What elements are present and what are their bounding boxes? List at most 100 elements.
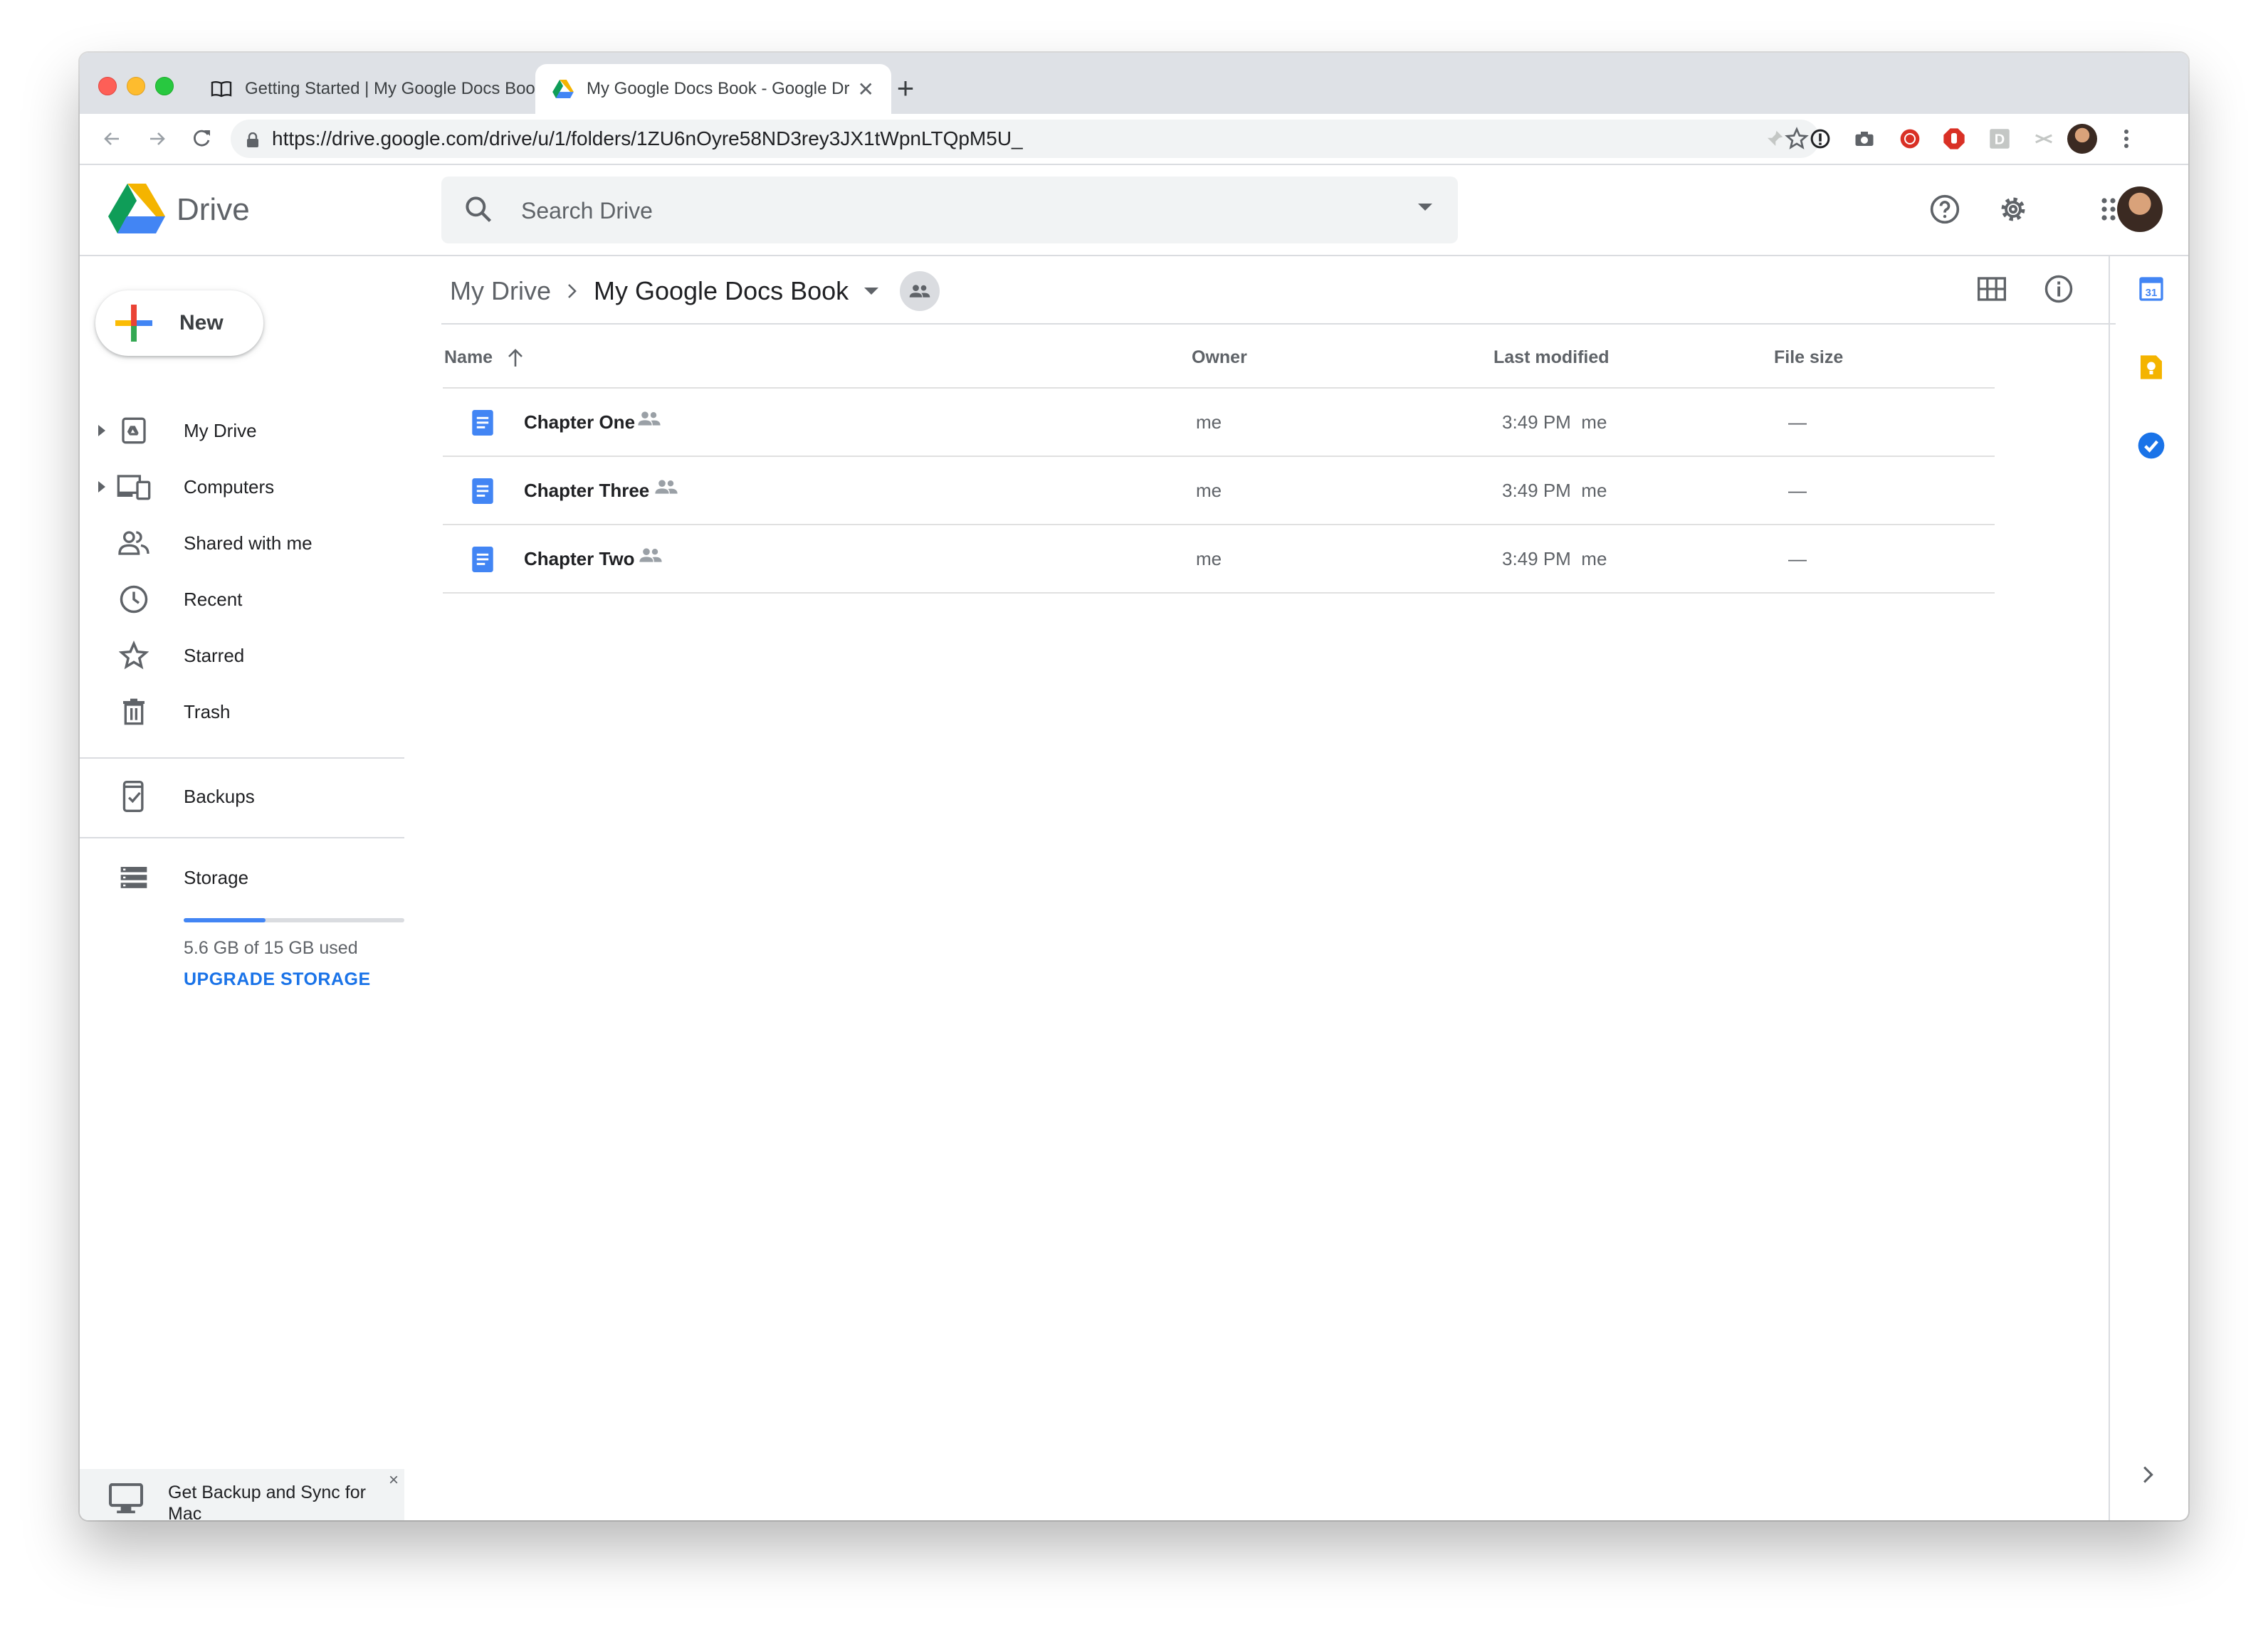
svg-text:31: 31 <box>2146 287 2158 299</box>
tab-drive-folder[interactable]: My Google Docs Book - Google Drive ✕ <box>535 64 891 114</box>
settings-button[interactable] <box>1992 188 2035 231</box>
help-button[interactable] <box>1923 188 1966 231</box>
details-button[interactable] <box>2037 268 2080 310</box>
calendar-icon[interactable]: 31 <box>2137 275 2165 303</box>
info-extension-icon[interactable] <box>1805 124 1835 154</box>
sidebar-item-my-drive[interactable]: My Drive <box>80 406 413 456</box>
backups-icon <box>115 778 152 815</box>
sidebar-item-recent[interactable]: Recent <box>80 574 413 624</box>
new-button[interactable]: New <box>95 290 263 356</box>
address-bar[interactable]: https://drive.google.com/drive/u/1/folde… <box>231 120 1820 158</box>
drive-logo-icon[interactable] <box>108 184 165 233</box>
sort-ascending-icon[interactable] <box>507 348 524 368</box>
sidebar: New My Drive Computers Shared with me Re… <box>80 255 413 1520</box>
app-name[interactable]: Drive <box>177 192 250 228</box>
table-row[interactable]: Chapter One me 3:49 PM me — <box>443 387 1995 456</box>
pin-extension-icon[interactable] <box>1760 124 1790 154</box>
close-icon[interactable]: × <box>389 1470 399 1490</box>
minimize-window-button[interactable] <box>127 77 145 95</box>
account-avatar[interactable] <box>2117 186 2163 232</box>
browser-window: Getting Started | My Google Docs Book ✕ … <box>80 53 2188 1520</box>
book-icon <box>211 78 232 100</box>
sidebar-item-label: Trash <box>184 700 231 722</box>
arrow-left-icon <box>104 132 119 145</box>
d-extension-icon[interactable]: D <box>1985 124 2015 154</box>
info-icon <box>2044 275 2073 303</box>
expand-caret-icon[interactable] <box>98 481 105 493</box>
back-button[interactable] <box>95 122 128 155</box>
sidebar-item-shared-with-me[interactable]: Shared with me <box>80 518 413 568</box>
google-doc-icon <box>471 410 494 439</box>
sidebar-item-storage[interactable]: Storage <box>80 853 413 902</box>
forward-button[interactable] <box>141 122 174 155</box>
gear-icon <box>2001 197 2025 221</box>
computers-icon <box>115 468 152 505</box>
shared-file-icon <box>655 478 678 499</box>
breadcrumb-current-folder[interactable]: My Google Docs Book <box>594 276 849 306</box>
sidebar-item-trash[interactable]: Trash <box>80 687 413 737</box>
table-row[interactable]: Chapter Three me 3:49 PM me — <box>443 456 1995 524</box>
folder-menu-dropdown-icon[interactable] <box>864 288 879 295</box>
header-divider <box>441 323 2116 325</box>
side-panel-rail: 31 <box>2109 255 2188 1520</box>
search-options-dropdown-icon[interactable] <box>1418 204 1432 211</box>
zoom-window-button[interactable] <box>155 77 174 95</box>
sidebar-item-backups[interactable]: Backups <box>80 772 413 821</box>
browser-profile-avatar[interactable] <box>2067 124 2097 154</box>
file-owner: me <box>1196 480 1222 501</box>
file-name: Chapter One <box>524 411 636 433</box>
storage-used-text: 5.6 GB of 15 GB used <box>184 938 358 958</box>
modified-time: 3:49 PM <box>1502 480 1571 501</box>
shared-icon <box>115 525 152 562</box>
shared-file-icon <box>639 547 662 567</box>
close-window-button[interactable] <box>98 77 117 95</box>
column-header-label: Name <box>444 347 493 367</box>
camera-extension-icon[interactable] <box>1849 124 1879 154</box>
sidebar-divider <box>80 757 404 759</box>
sidebar-item-computers[interactable]: Computers <box>80 462 413 512</box>
shared-folder-icon[interactable] <box>900 271 940 311</box>
browser-menu-icon[interactable] <box>2111 124 2141 154</box>
trash-icon <box>115 693 152 730</box>
column-header-file-size[interactable]: File size <box>1774 347 1843 368</box>
keep-icon[interactable] <box>2137 353 2165 381</box>
file-last-modified: 3:49 PM me <box>1502 411 1607 433</box>
sidebar-item-label: Computers <box>184 475 275 497</box>
modified-by: me <box>1581 480 1607 501</box>
chevron-right-icon[interactable] <box>2141 1465 2156 1488</box>
column-header-owner[interactable]: Owner <box>1192 347 1247 368</box>
file-owner: me <box>1196 548 1222 569</box>
chevron-right-icon <box>567 283 578 300</box>
new-tab-button[interactable]: + <box>887 71 924 108</box>
reload-button[interactable] <box>185 122 218 155</box>
close-tab-icon[interactable]: ✕ <box>858 78 874 101</box>
scissors-extension-icon[interactable] <box>2029 124 2059 154</box>
search-icon[interactable] <box>463 194 494 228</box>
tab-title: My Google Docs Book - Google Drive <box>587 79 849 98</box>
modified-time: 3:49 PM <box>1502 411 1571 433</box>
tasks-icon[interactable] <box>2137 431 2165 460</box>
record-extension-icon[interactable] <box>1895 124 1925 154</box>
file-size: — <box>1788 548 1807 569</box>
drive-header: Drive <box>80 164 2188 256</box>
expand-caret-icon[interactable] <box>98 425 105 436</box>
search-input[interactable] <box>520 192 1377 229</box>
file-last-modified: 3:49 PM me <box>1502 480 1607 502</box>
adblock-extension-icon[interactable] <box>1939 124 1969 154</box>
clock-icon <box>115 581 152 618</box>
backup-sync-promo[interactable]: Get Backup and Sync for Mac × <box>80 1469 404 1520</box>
column-header-name[interactable]: Name <box>444 347 524 368</box>
upgrade-storage-link[interactable]: UPGRADE STORAGE <box>184 969 371 990</box>
sidebar-item-starred[interactable]: Starred <box>80 631 413 680</box>
table-row[interactable]: Chapter Two me 3:49 PM me — <box>443 524 1995 594</box>
drive-logo-icon <box>552 78 574 100</box>
google-doc-icon <box>471 547 494 576</box>
backups-label: Backups <box>184 785 255 807</box>
file-size: — <box>1788 411 1807 433</box>
breadcrumb: My Drive My Google Docs Book <box>450 266 940 316</box>
grid-view-button[interactable] <box>1970 268 2013 310</box>
breadcrumb-my-drive[interactable]: My Drive <box>450 276 551 306</box>
column-header-last-modified[interactable]: Last modified <box>1493 347 1610 368</box>
search-box <box>441 177 1458 243</box>
tab-strip: Getting Started | My Google Docs Book ✕ … <box>80 53 2188 114</box>
